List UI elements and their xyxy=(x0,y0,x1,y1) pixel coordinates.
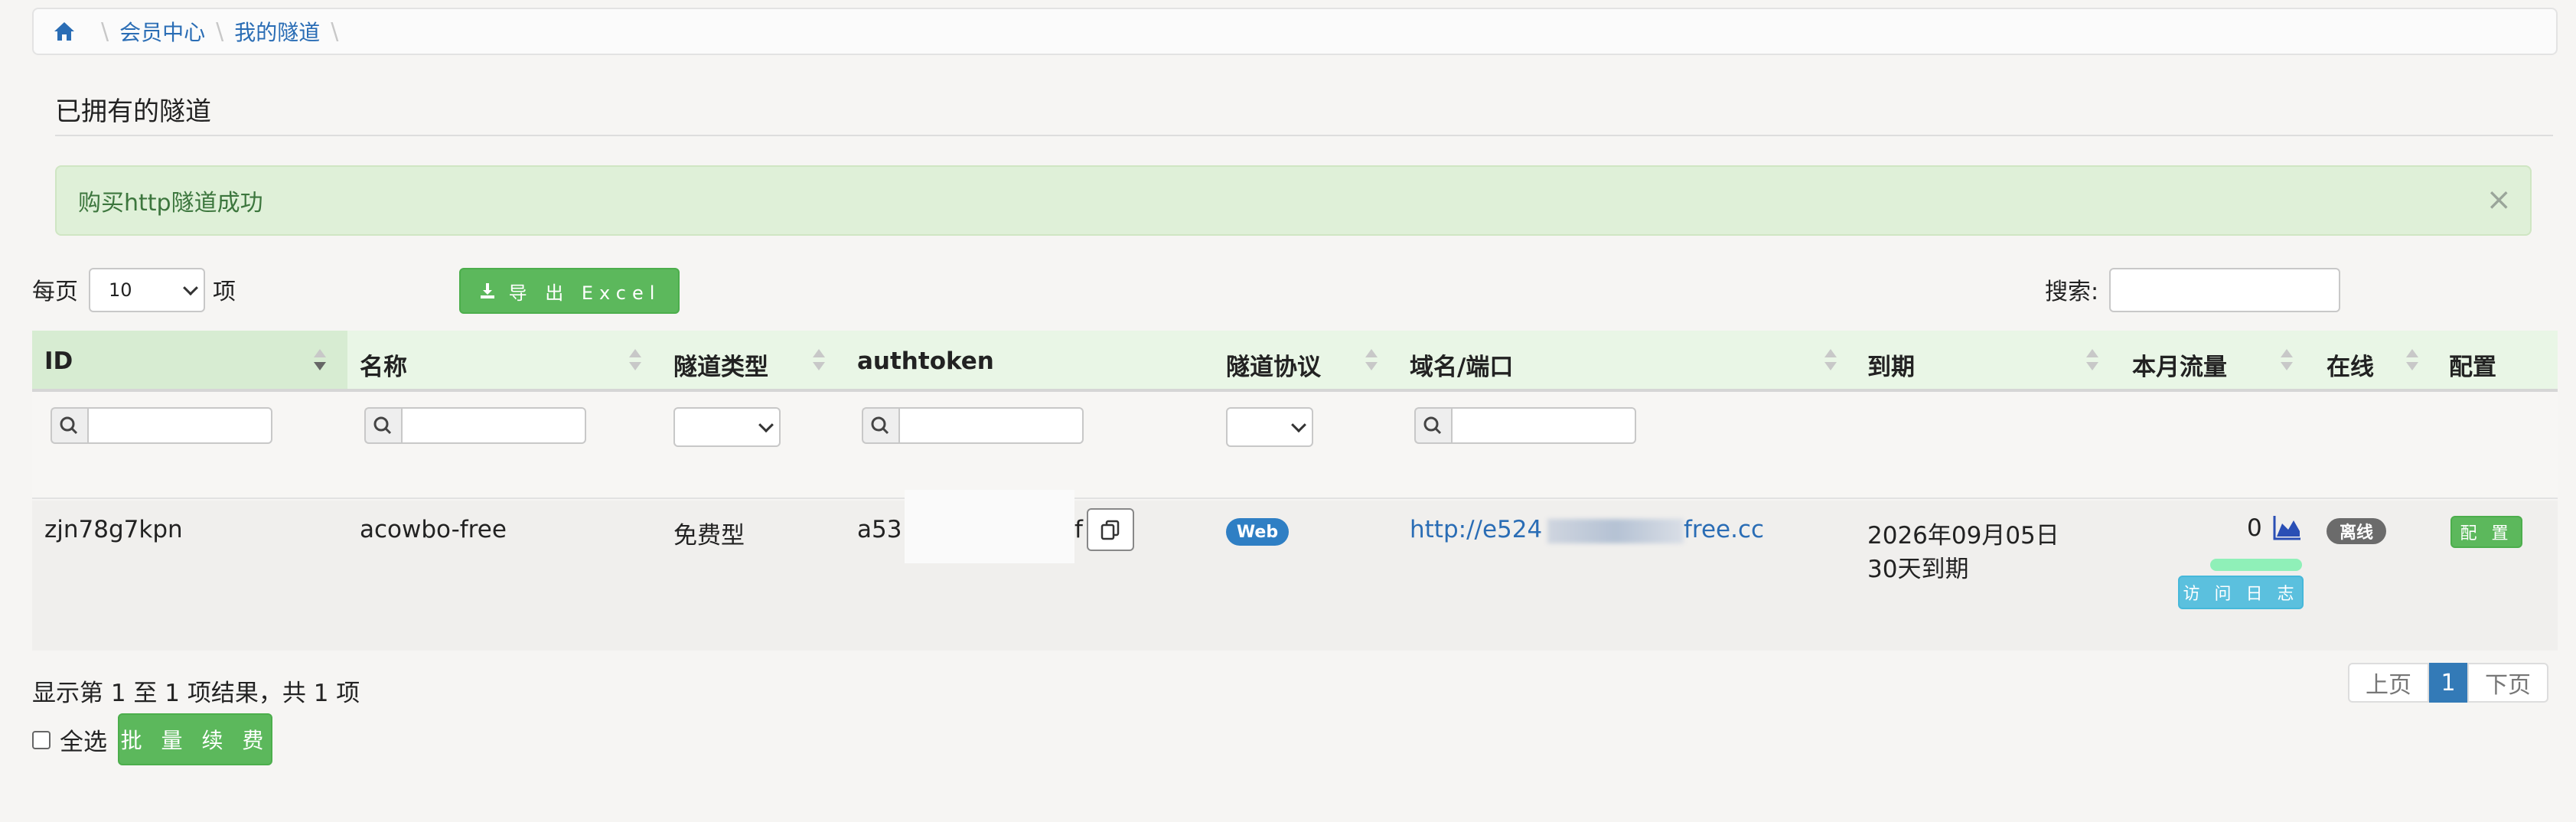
batch-renew-button[interactable]: 批 量 续 费 xyxy=(118,713,272,765)
success-alert: 购买http隧道成功 × xyxy=(55,165,2532,236)
cell-authtoken-end: f xyxy=(1074,516,1083,543)
online-status-badge: 离线 xyxy=(2327,518,2386,544)
cell-expire-note: 30天到期 xyxy=(1867,556,1969,583)
sort-icon[interactable] xyxy=(1365,349,1378,373)
access-log-button[interactable]: 访 问 日 志 xyxy=(2178,576,2304,609)
copy-authtoken-button[interactable] xyxy=(1087,508,1134,551)
domain-link-end[interactable]: free.cc xyxy=(1684,516,1764,543)
sort-icon[interactable] xyxy=(2086,349,2098,373)
col-header-expire[interactable]: 到期 xyxy=(1867,347,1915,382)
sort-icon[interactable] xyxy=(314,349,326,373)
config-button[interactable]: 配 置 xyxy=(2450,516,2522,548)
per-page-value: 10 xyxy=(109,279,132,301)
alert-message: 购买http隧道成功 xyxy=(78,190,263,217)
sort-icon[interactable] xyxy=(629,349,641,373)
per-page-label: 每页 xyxy=(32,279,78,305)
sort-icon[interactable] xyxy=(2281,349,2293,373)
copy-icon xyxy=(1101,520,1120,540)
per-page-suffix: 项 xyxy=(213,279,236,305)
col-header-name[interactable]: 名称 xyxy=(360,347,407,382)
breadcrumb-separator: \ xyxy=(216,18,224,45)
authtoken-redaction xyxy=(905,490,1074,563)
search-icon xyxy=(364,407,401,444)
home-icon[interactable] xyxy=(52,19,77,44)
area-chart-icon[interactable] xyxy=(2273,514,2302,540)
col-header-config: 配置 xyxy=(2449,354,2496,381)
title-divider xyxy=(55,135,2553,136)
breadcrumb-separator: \ xyxy=(331,18,339,45)
domain-redaction xyxy=(1547,519,1684,543)
cell-traffic: 0 xyxy=(2247,514,2262,542)
page-title: 已拥有的隧道 xyxy=(55,96,211,127)
breadcrumb: \ 会员中心 \ 我的隧道 \ xyxy=(32,8,2558,55)
col-header-traffic[interactable]: 本月流量 xyxy=(2132,347,2227,382)
filter-type-select[interactable] xyxy=(673,407,781,447)
cell-authtoken-start: a53 xyxy=(857,516,902,543)
cell-type: 免费型 xyxy=(673,522,745,550)
page-1-button[interactable]: 1 xyxy=(2429,663,2467,703)
sort-icon[interactable] xyxy=(813,349,825,373)
cell-name: acowbo-free xyxy=(360,516,507,543)
protocol-badge: Web xyxy=(1226,518,1289,546)
export-label: 导 出 Excel xyxy=(508,282,661,304)
breadcrumb-my-tunnels[interactable]: 我的隧道 xyxy=(234,16,320,47)
cell-expire-date: 2026年09月05日 xyxy=(1867,522,2059,550)
chevron-down-icon xyxy=(1291,417,1306,433)
pagination: 上页 1 下页 xyxy=(2348,663,2548,703)
search-icon xyxy=(51,407,87,444)
search-label: 搜索: xyxy=(2045,279,2099,305)
filter-protocol-select[interactable] xyxy=(1226,407,1313,447)
select-all[interactable]: 全选 xyxy=(32,723,107,757)
next-page-button[interactable]: 下页 xyxy=(2467,663,2548,703)
breadcrumb-member-center[interactable]: 会员中心 xyxy=(119,16,205,47)
select-all-label: 全选 xyxy=(60,729,107,756)
col-header-domain[interactable]: 域名/端口 xyxy=(1410,347,1513,382)
chevron-down-icon xyxy=(183,280,198,296)
search-icon xyxy=(1414,407,1451,444)
sorted-column-highlight xyxy=(32,331,347,389)
export-excel-button[interactable]: 导 出 Excel xyxy=(459,268,680,314)
sort-icon[interactable] xyxy=(2406,349,2418,373)
cell-id: zjn78g7kpn xyxy=(44,516,183,543)
chevron-down-icon xyxy=(758,417,774,433)
download-icon xyxy=(480,283,494,298)
traffic-progress-bar xyxy=(2210,559,2302,571)
filter-authtoken-input[interactable] xyxy=(862,407,1084,444)
table-info: 显示第 1 至 1 项结果，共 1 项 xyxy=(32,680,360,707)
search-icon xyxy=(862,407,898,444)
filter-id-input[interactable] xyxy=(51,407,272,444)
col-header-authtoken[interactable]: authtoken xyxy=(857,347,994,375)
domain-link-start[interactable]: http://e524 xyxy=(1410,516,1542,543)
prev-page-button[interactable]: 上页 xyxy=(2348,663,2429,703)
breadcrumb-separator: \ xyxy=(101,18,109,45)
select-all-checkbox[interactable] xyxy=(32,730,51,749)
sort-icon[interactable] xyxy=(1824,349,1837,373)
alert-close-icon[interactable]: × xyxy=(2486,182,2512,217)
col-header-id[interactable]: ID xyxy=(44,347,73,375)
filter-domain-input[interactable] xyxy=(1414,407,1636,444)
filter-name-input[interactable] xyxy=(364,407,586,444)
col-header-online[interactable]: 在线 xyxy=(2327,347,2374,382)
col-header-protocol[interactable]: 隧道协议 xyxy=(1226,347,1321,382)
col-header-type[interactable]: 隧道类型 xyxy=(673,347,768,382)
per-page-select[interactable]: 10 xyxy=(89,268,205,312)
search-input[interactable] xyxy=(2109,268,2340,312)
